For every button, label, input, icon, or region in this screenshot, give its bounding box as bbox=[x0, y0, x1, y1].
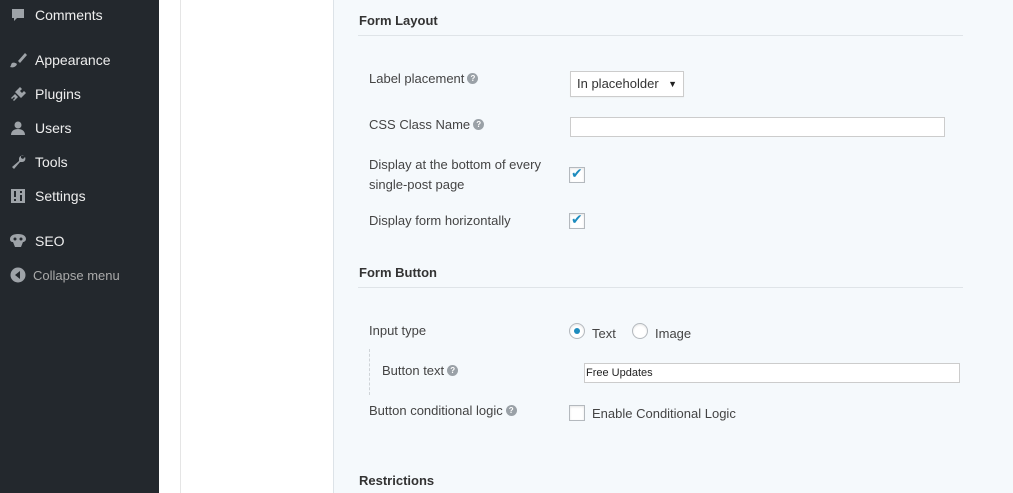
input-type-text-radio[interactable] bbox=[569, 323, 585, 339]
css-class-label: CSS Class Name? bbox=[369, 115, 485, 135]
enable-conditional-logic-label[interactable]: Enable Conditional Logic bbox=[592, 406, 736, 421]
sidebar-item-seo[interactable]: SEO bbox=[0, 226, 159, 256]
sidebar-item-label: Plugins bbox=[35, 86, 81, 102]
sidebar-item-comments[interactable]: Comments bbox=[0, 0, 159, 30]
left-panel bbox=[159, 0, 333, 493]
checkmark-icon: ✔ bbox=[571, 165, 583, 181]
label-text: CSS Class Name bbox=[369, 117, 471, 132]
wrench-icon bbox=[8, 152, 28, 172]
collapse-menu-label: Collapse menu bbox=[33, 267, 120, 283]
collapse-icon bbox=[8, 265, 28, 285]
label-text: Label placement bbox=[369, 71, 465, 86]
sidebar-item-label: Appearance bbox=[35, 52, 111, 68]
conditional-logic-label: Button conditional logic? bbox=[369, 401, 517, 421]
divider bbox=[358, 35, 963, 36]
input-type-label: Input type bbox=[369, 323, 427, 338]
sidebar-item-label: Users bbox=[35, 120, 72, 136]
enable-conditional-logic-checkbox[interactable] bbox=[569, 405, 585, 421]
label-placement-select[interactable]: In placeholder ▼ bbox=[570, 71, 684, 97]
display-bottom-checkbox[interactable]: ✔ bbox=[569, 165, 585, 183]
input-type-image-radio[interactable] bbox=[632, 323, 648, 339]
help-icon[interactable]: ? bbox=[473, 119, 485, 131]
sidebar-item-plugins[interactable]: Plugins bbox=[0, 79, 159, 109]
button-text-input[interactable]: Free Updates bbox=[584, 363, 960, 383]
section-title-form-button: Form Button bbox=[359, 265, 437, 280]
admin-sidebar: Comments Appearance Plugins Users Tools … bbox=[0, 0, 159, 493]
divider bbox=[358, 287, 963, 288]
sidebar-item-label: Settings bbox=[35, 188, 86, 204]
settings-panel: Form Layout Label placement? In placehol… bbox=[333, 0, 1013, 493]
help-icon[interactable]: ? bbox=[505, 405, 517, 417]
sidebar-item-settings[interactable]: Settings bbox=[0, 181, 159, 211]
settings-icon bbox=[8, 186, 28, 206]
css-class-input[interactable] bbox=[570, 117, 945, 137]
display-horizontal-checkbox[interactable]: ✔ bbox=[569, 211, 585, 229]
section-title-restrictions: Restrictions bbox=[359, 473, 435, 488]
button-text-label: Button text? bbox=[382, 361, 459, 381]
display-bottom-label: Display at the bottom of every single-po… bbox=[369, 155, 541, 195]
user-icon bbox=[8, 118, 28, 138]
radio-dot bbox=[574, 328, 580, 334]
label-line-1: Display at the bottom of every bbox=[369, 157, 541, 172]
section-title-form-layout: Form Layout bbox=[359, 13, 438, 28]
nested-indicator bbox=[369, 349, 370, 395]
paintbrush-icon bbox=[8, 50, 28, 70]
display-horizontal-label: Display form horizontally bbox=[369, 213, 511, 228]
collapse-menu-button[interactable]: Collapse menu bbox=[0, 260, 159, 290]
help-icon[interactable]: ? bbox=[467, 73, 479, 85]
select-value: In placeholder bbox=[577, 76, 659, 91]
label-line-2: single-post page bbox=[369, 177, 465, 192]
sidebar-item-label: Tools bbox=[35, 154, 68, 170]
sidebar-item-tools[interactable]: Tools bbox=[0, 147, 159, 177]
sidebar-item-label: Comments bbox=[35, 7, 103, 23]
divider bbox=[180, 0, 181, 493]
sidebar-item-appearance[interactable]: Appearance bbox=[0, 45, 159, 75]
plugin-icon bbox=[8, 84, 28, 104]
checkmark-icon: ✔ bbox=[571, 211, 583, 227]
label-placement-label: Label placement? bbox=[369, 69, 479, 89]
seo-icon bbox=[8, 231, 28, 251]
input-type-image-label[interactable]: Image bbox=[655, 326, 691, 341]
label-text: Button text bbox=[382, 363, 445, 378]
label-text: Button conditional logic bbox=[369, 403, 503, 418]
sidebar-item-label: SEO bbox=[35, 233, 65, 249]
sidebar-item-users[interactable]: Users bbox=[0, 113, 159, 143]
help-icon[interactable]: ? bbox=[447, 365, 459, 377]
chevron-down-icon: ▼ bbox=[668, 79, 677, 89]
comment-icon bbox=[8, 5, 28, 25]
input-type-text-label[interactable]: Text bbox=[592, 326, 616, 341]
